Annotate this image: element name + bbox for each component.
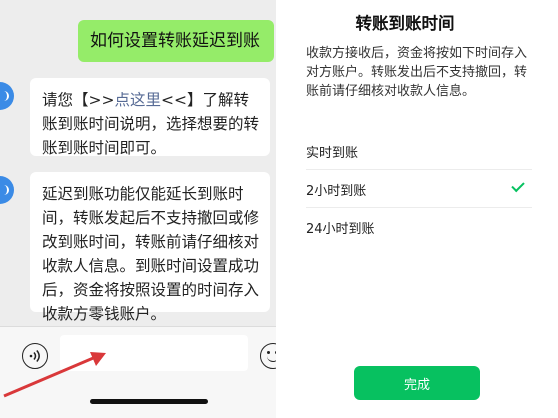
option-24-hours[interactable]: 24小时到账 (282, 208, 552, 246)
arrival-time-sheet: 转账到账时间 收款方接收后，资金将按如下时间存入对方账户。转账发出后不支持撤回，… (282, 0, 558, 418)
checkmark-icon (511, 178, 525, 193)
bot-message-bubble: 延迟到账功能仅能延长到账时间，转账发起后不支持撤回或修改到账时间，转账前请仔细核… (30, 172, 270, 323)
sheet-description: 收款方接收后，资金将按如下时间存入对方账户。转账发出后不支持撤回，转账前请仔细核… (306, 46, 528, 99)
annotation-arrow-icon (3, 352, 106, 398)
user-message-bubble: 如何设置转账延迟到账 (78, 20, 274, 62)
bot-message-prefix: 请您【>> (42, 91, 115, 109)
bot-avatar-icon (0, 176, 14, 204)
option-label: 实时到账 (306, 146, 359, 161)
chat-panel: 如何设置转账延迟到账 请您【>>点这里<<】了解转账到账时间说明，选择想要的转账… (0, 0, 276, 418)
bot-avatar-icon (0, 82, 14, 110)
option-2-hours[interactable]: 2小时到账 (282, 170, 552, 208)
bot-message-bubble: 请您【>>点这里<<】了解转账到账时间说明，选择想要的转账到账时间即可。 (30, 78, 270, 157)
option-label: 2小时到账 (306, 184, 367, 199)
done-button[interactable]: 完成 (354, 366, 480, 400)
option-realtime[interactable]: 实时到账 (282, 132, 552, 170)
click-here-link[interactable]: 点这里 (114, 91, 161, 109)
emoji-icon[interactable] (260, 343, 276, 369)
sheet-title: 转账到账时间 (355, 14, 455, 33)
option-label: 24小时到账 (306, 222, 375, 237)
